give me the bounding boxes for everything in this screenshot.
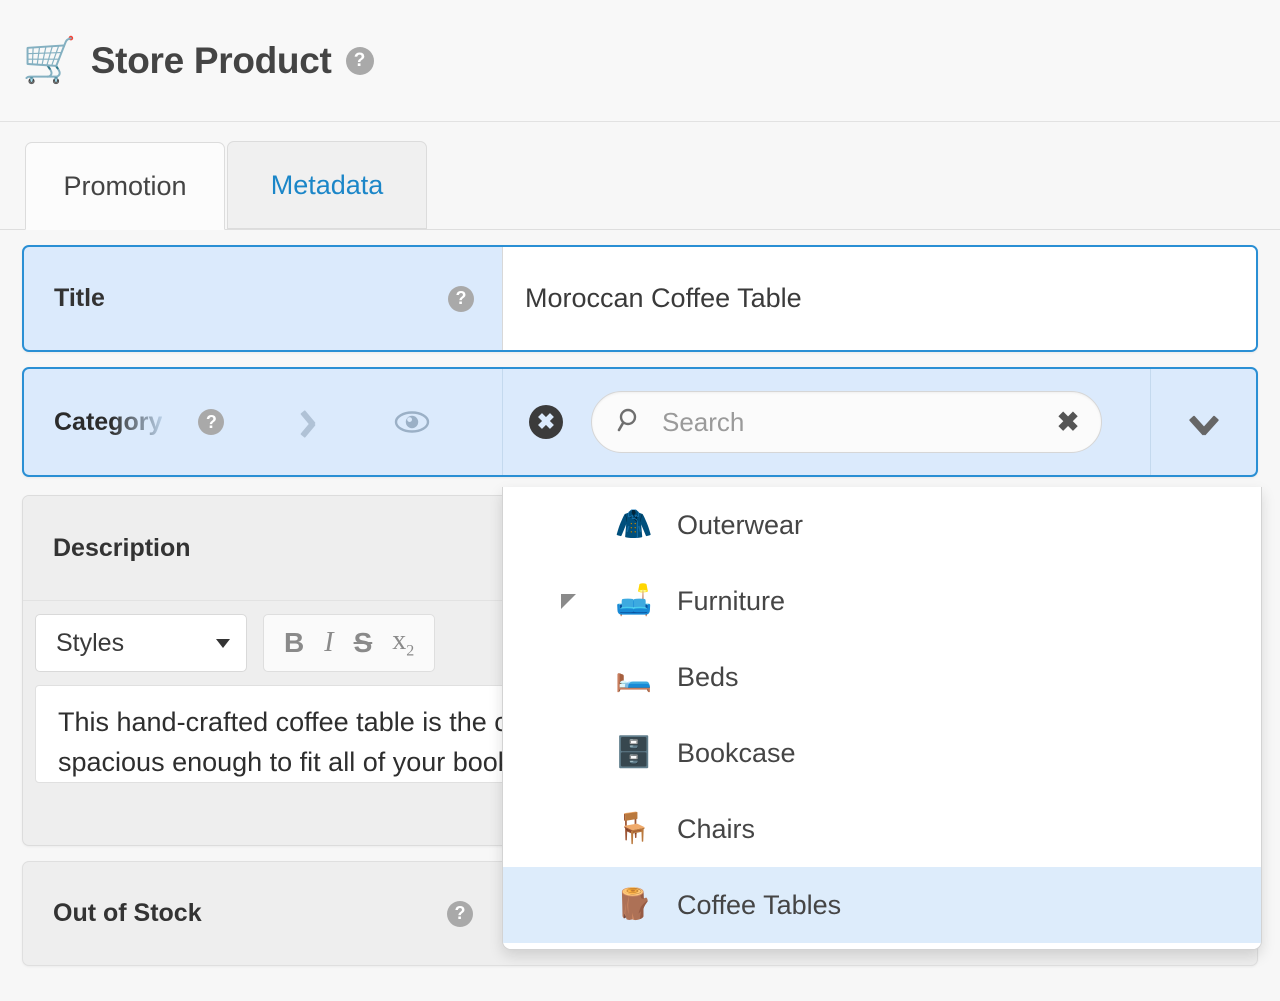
dropdown-item-bookcase[interactable]: 🗄️ Bookcase <box>503 715 1261 791</box>
format-button-group: B I S x2 <box>263 614 435 672</box>
dropdown-item-label: Outerwear <box>677 510 803 541</box>
subscript-main: x <box>392 625 406 656</box>
eye-icon[interactable] <box>394 410 430 434</box>
search-icon <box>616 406 644 439</box>
page-title: Store Product <box>91 40 332 82</box>
category-row: Category ? ✖ <box>22 367 1258 477</box>
help-icon[interactable]: ? <box>346 47 374 75</box>
strikethrough-button[interactable]: S <box>354 629 373 657</box>
shopping-cart-icon: 🛒 <box>22 39 77 83</box>
category-label-cell: Category ? <box>24 369 502 475</box>
chevron-down-icon <box>216 639 230 648</box>
subscript-sub: 2 <box>406 642 414 659</box>
chair-icon: 🪑 <box>613 814 655 844</box>
app-header: 🛒 Store Product ? <box>0 0 1280 122</box>
coffee-table-icon: 🪵 <box>613 890 655 920</box>
dropdown-item-coffee-tables[interactable]: 🪵 Coffee Tables <box>503 867 1261 943</box>
tab-metadata[interactable]: Metadata <box>227 141 427 229</box>
search-input[interactable] <box>660 406 1047 439</box>
clear-selection-icon[interactable]: ✖ <box>529 405 563 439</box>
tab-promotion[interactable]: Promotion <box>25 142 225 230</box>
furniture-icon: 🛋️ <box>613 586 655 616</box>
dropdown-item-label: Bookcase <box>677 738 796 769</box>
out-of-stock-label-cell: Out of Stock ? <box>23 899 501 928</box>
title-label: Title <box>54 284 105 313</box>
bed-icon: 🛏️ <box>613 662 655 692</box>
category-collapse-button[interactable] <box>1150 369 1256 475</box>
chevron-up-icon <box>1187 411 1221 433</box>
styles-dropdown[interactable]: Styles <box>35 614 247 672</box>
collapse-triangle-icon[interactable] <box>561 594 576 609</box>
dropdown-item-label: Chairs <box>677 814 755 845</box>
title-row: Title ? <box>22 245 1258 352</box>
category-dropdown-list: 🧥 Outerwear 🛋️ Furniture 🛏️ Beds 🗄️ Book… <box>502 487 1262 950</box>
tab-bar: Promotion Metadata <box>0 122 1280 230</box>
dropdown-item-label: Coffee Tables <box>677 890 841 921</box>
dropdown-item-furniture[interactable]: 🛋️ Furniture <box>503 563 1261 639</box>
tab-metadata-label: Metadata <box>271 170 384 201</box>
dropdown-item-label: Beds <box>677 662 739 693</box>
styles-dropdown-label: Styles <box>56 629 124 658</box>
bookcase-icon: 🗄️ <box>613 738 655 768</box>
italic-button[interactable]: I <box>324 629 333 657</box>
dropdown-item-chairs[interactable]: 🪑 Chairs <box>503 791 1261 867</box>
dropdown-item-outerwear[interactable]: 🧥 Outerwear <box>503 487 1261 563</box>
title-label-cell: Title ? <box>24 247 502 350</box>
dropdown-item-label: Furniture <box>677 586 785 617</box>
subscript-button[interactable]: x2 <box>392 627 414 660</box>
out-of-stock-label: Out of Stock <box>53 899 202 928</box>
title-help-icon[interactable]: ? <box>448 286 474 312</box>
dropdown-item-beds[interactable]: 🛏️ Beds <box>503 639 1261 715</box>
title-input[interactable] <box>502 247 1256 350</box>
outerwear-icon: 🧥 <box>613 510 655 540</box>
dropdown-bottom-spacer <box>503 943 1261 950</box>
out-of-stock-help-icon[interactable]: ? <box>447 901 473 927</box>
chevron-right-icon[interactable] <box>296 409 322 435</box>
category-label: Category <box>54 408 162 437</box>
category-help-icon[interactable]: ? <box>198 409 224 435</box>
bold-button[interactable]: B <box>284 629 304 657</box>
tab-promotion-label: Promotion <box>63 171 186 202</box>
search-clear-icon[interactable]: ✖ <box>1057 409 1080 436</box>
category-search-box[interactable]: ✖ <box>591 391 1102 453</box>
category-control: ✖ ✖ <box>502 369 1150 475</box>
description-label: Description <box>53 534 191 563</box>
